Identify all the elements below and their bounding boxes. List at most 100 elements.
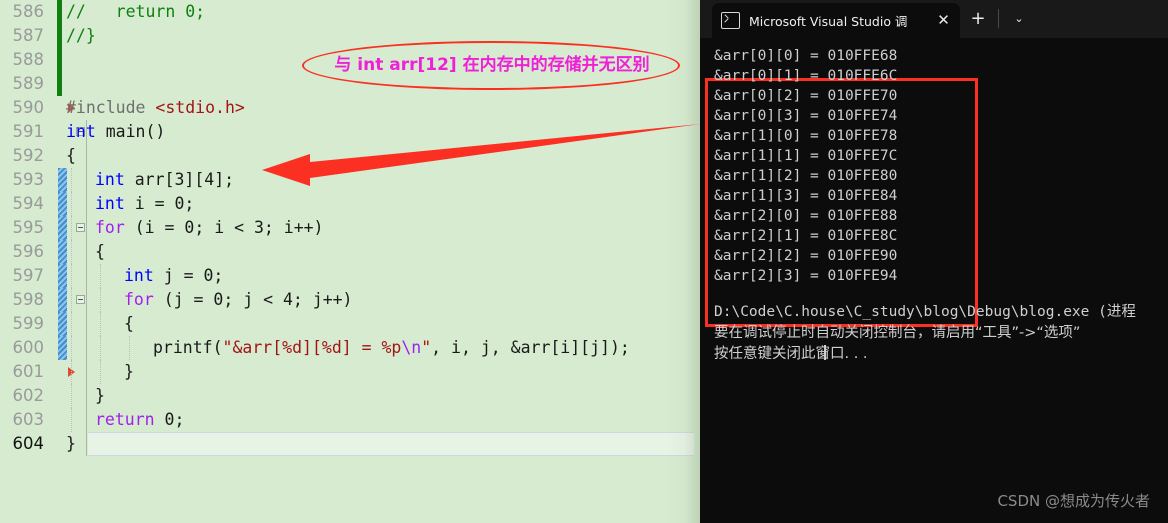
console-titlebar[interactable]: Microsoft Visual Studio 调试控 ✕ + ⌄ — [700, 0, 1168, 38]
code-line[interactable]: 587 //} — [0, 24, 712, 48]
code-token: for — [124, 290, 154, 309]
text-caret — [824, 345, 826, 360]
indent-guide — [71, 408, 72, 432]
code-text: #include <stdio.h> — [66, 96, 245, 120]
code-token: arr[3][4]; — [124, 170, 235, 189]
code-token: //} — [66, 26, 96, 45]
code-line[interactable]: 595 for (i = 0; i < 3; i++) — [0, 216, 712, 240]
indent-guide — [129, 336, 130, 360]
line-number: 597 — [12, 266, 45, 285]
code-token: (j = 0; j < 4; j++) — [153, 290, 353, 309]
line-number: 602 — [12, 386, 45, 405]
titlebar-divider — [998, 9, 999, 28]
code-structure-line — [86, 408, 87, 432]
line-number: 604 — [12, 434, 45, 453]
console-message-line: 要在调试停止时自动关闭控制台，请启用“工具”->“选项” — [714, 325, 1081, 341]
annotation-arrow — [262, 124, 700, 186]
indent-guide — [100, 336, 101, 360]
indent-guide — [100, 360, 101, 384]
current-line-highlight — [88, 432, 694, 456]
code-token: i = 0; — [124, 194, 195, 213]
code-line[interactable]: 602} — [0, 384, 712, 408]
code-line[interactable]: 603 return 0; — [0, 408, 712, 432]
indent-guide — [71, 336, 72, 360]
code-line[interactable]: 596 { — [0, 240, 712, 264]
terminal-icon — [721, 12, 740, 29]
indent-guide — [71, 384, 72, 408]
line-number: 596 — [12, 242, 45, 261]
code-structure-line — [86, 312, 87, 336]
code-structure-line — [86, 168, 87, 192]
line-number: 589 — [12, 74, 45, 93]
collapse-toggle-icon[interactable] — [76, 295, 85, 304]
gutter-change-bar — [58, 288, 67, 312]
code-line[interactable]: 597 int j = 0; — [0, 264, 712, 288]
console-output-line: &arr[1][2] = 010FFE80 — [714, 168, 898, 184]
code-structure-line — [86, 288, 87, 312]
console-output-line: &arr[0][1] = 010FFE6C — [714, 68, 898, 84]
line-number: 587 — [12, 26, 45, 45]
code-line[interactable]: 594 int i = 0; — [0, 192, 712, 216]
gutter-change-bar — [57, 24, 62, 48]
code-token: int — [95, 194, 125, 213]
gutter-change-bar — [58, 312, 67, 336]
gutter-change-bar — [57, 48, 62, 72]
indent-guide — [71, 264, 72, 288]
code-structure-line — [86, 264, 87, 288]
code-text: //} — [66, 24, 96, 48]
code-token: j = 0; — [153, 266, 224, 285]
console-output-line: &arr[2][1] = 010FFE8C — [714, 228, 898, 244]
console-output-line: &arr[0][3] = 010FFE74 — [714, 108, 898, 124]
indent-guide — [100, 312, 101, 336]
console-output-line: &arr[1][3] = 010FFE84 — [714, 188, 898, 204]
code-text: { — [124, 312, 134, 336]
indent-guide — [71, 312, 72, 336]
code-line[interactable]: 604} — [0, 432, 712, 456]
gutter-change-bar — [57, 72, 62, 96]
console-tab[interactable]: Microsoft Visual Studio 调试控 ✕ — [712, 3, 960, 38]
line-number: 588 — [12, 50, 45, 69]
code-token: int — [66, 122, 96, 141]
console-tab-title: Microsoft Visual Studio 调试控 — [749, 14, 907, 29]
code-text: int arr[3][4]; — [95, 168, 234, 192]
console-output-line: &arr[2][3] = 010FFE94 — [714, 268, 898, 284]
line-number: 592 — [12, 146, 45, 165]
console-output-line: &arr[2][2] = 010FFE90 — [714, 248, 898, 264]
console-output-line: &arr[2][0] = 010FFE88 — [714, 208, 898, 224]
code-token: } — [124, 362, 134, 381]
code-line[interactable]: 601} — [0, 360, 712, 384]
code-text: int j = 0; — [124, 264, 223, 288]
line-number: 586 — [12, 2, 45, 21]
code-token: "&arr[%d][%d] = %p — [222, 338, 402, 357]
code-line[interactable]: 586 // return 0; — [0, 0, 712, 24]
gutter-change-bar — [58, 168, 67, 192]
new-tab-icon[interactable]: + — [968, 10, 988, 30]
close-icon[interactable]: ✕ — [935, 12, 952, 29]
gutter-change-bar — [58, 264, 67, 288]
code-line[interactable]: 600 printf("&arr[%d][%d] = %p\n", i, j, &… — [0, 336, 712, 360]
console-window[interactable]: Microsoft Visual Studio 调试控 ✕ + ⌄ &arr[0… — [700, 0, 1168, 523]
code-structure-line — [86, 360, 87, 384]
code-token: return — [95, 410, 155, 429]
code-token: , i, j, &arr[i][j]); — [431, 338, 630, 357]
code-text: } — [95, 384, 105, 408]
chevron-down-icon[interactable]: ⌄ — [1010, 12, 1028, 26]
console-message-line: 按任意键关闭此窗口. . . — [714, 346, 868, 362]
gutter-change-bar — [58, 336, 67, 360]
console-message-line: D:\Code\C.house\C_study\blog\Debug\blog.… — [714, 304, 1136, 320]
line-number: 590 — [12, 98, 45, 117]
code-line[interactable]: 599 { — [0, 312, 712, 336]
code-text: } — [66, 432, 76, 456]
gutter-change-bar — [58, 216, 67, 240]
code-token: int — [124, 266, 154, 285]
line-number: 593 — [12, 170, 45, 189]
code-text: int main() — [66, 120, 165, 144]
csdn-watermark: CSDN @想成为传火者 — [997, 492, 1150, 510]
collapse-toggle-icon[interactable] — [76, 223, 85, 232]
code-structure-line — [86, 384, 87, 408]
code-token: } — [95, 386, 105, 405]
code-token: // return 0; — [66, 2, 206, 21]
code-token: 0; — [154, 410, 185, 429]
console-output-line: &arr[1][1] = 010FFE7C — [714, 148, 898, 164]
code-line[interactable]: 598 for (j = 0; j < 4; j++) — [0, 288, 712, 312]
